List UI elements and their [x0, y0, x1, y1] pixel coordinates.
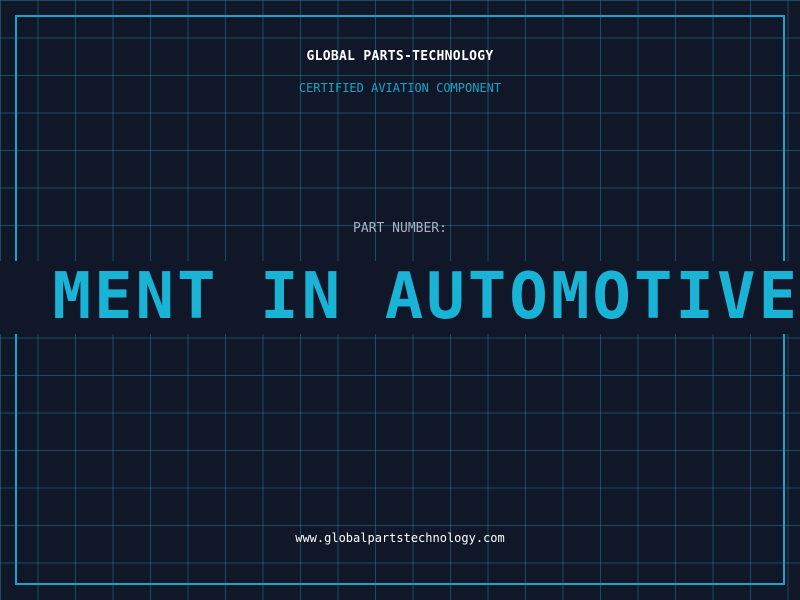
part-number-label: PART NUMBER:: [353, 221, 447, 236]
website-url: www.globalpartstechnology.com: [295, 531, 505, 545]
part-number-scrolling-text: MENT IN AUTOMOTIVE: [52, 261, 800, 334]
certification-tagline: CERTIFIED AVIATION COMPONENT: [298, 81, 502, 95]
part-number-banner: MENT IN AUTOMOTIVE: [0, 261, 800, 334]
tag-canvas: GLOBAL PARTS-TECHNOLOGY CERTIFIED AVIATI…: [0, 0, 800, 600]
brand-name: GLOBAL PARTS-TECHNOLOGY: [306, 49, 494, 64]
